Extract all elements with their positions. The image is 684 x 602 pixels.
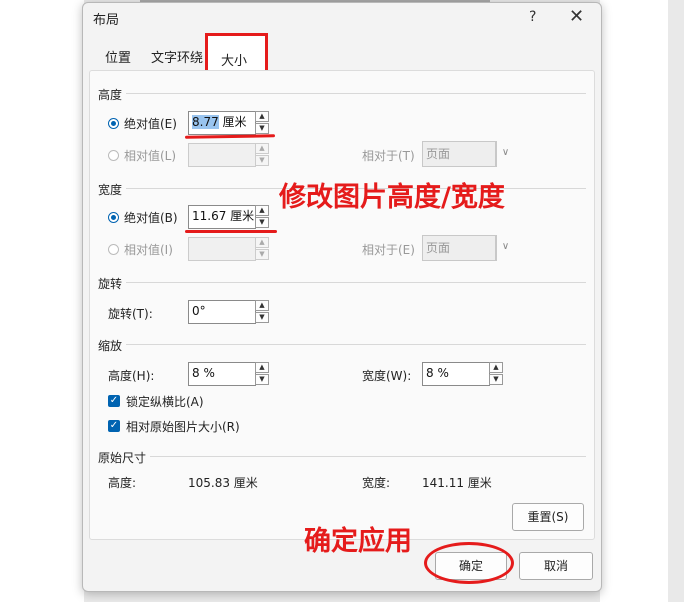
width-relative-to-select[interactable]: 页面 [422, 235, 496, 261]
tab-panel-size: 高度 绝对值(E) 8.77 厘米 ▲ ▼ 相对值(L) ▲ ▼ 相对于(T) … [89, 70, 595, 540]
relative-original-size-checkbox[interactable]: ✓ [108, 420, 120, 432]
height-absolute-unit: 厘米 [222, 115, 247, 129]
chevron-down-icon[interactable]: ▼ [255, 155, 269, 166]
height-relative-radio[interactable] [108, 150, 119, 161]
chevron-down-icon[interactable]: ▼ [255, 123, 269, 134]
width-relative-stepper[interactable]: ▲ ▼ [255, 237, 269, 261]
chevron-up-icon[interactable]: ▲ [255, 205, 269, 216]
height-relative-label: 相对值(L) [124, 149, 177, 163]
document-page-left [0, 0, 84, 602]
width-relative-radio[interactable] [108, 244, 119, 255]
scale-height-label: 高度(H): [108, 369, 155, 383]
relative-original-size-label: 相对原始图片大小(R) [126, 420, 240, 434]
rotate-section-title: 旋转 [98, 277, 123, 291]
original-height-value: 105.83 厘米 [188, 476, 258, 490]
chevron-up-icon[interactable]: ▲ [255, 237, 269, 248]
height-relative-to-label: 相对于(T) [362, 149, 415, 163]
chevron-down-icon[interactable]: ▼ [255, 312, 269, 323]
height-section-title: 高度 [98, 88, 123, 102]
rotate-label: 旋转(T): [108, 307, 153, 321]
height-relative-stepper[interactable]: ▲ ▼ [255, 143, 269, 167]
divider [126, 93, 586, 94]
chevron-up-icon[interactable]: ▲ [255, 362, 269, 373]
rotate-stepper[interactable]: ▲ ▼ [255, 300, 269, 324]
dialog-title: 布局 [93, 13, 120, 28]
chevron-down-icon[interactable]: ▼ [255, 374, 269, 385]
height-absolute-input[interactable]: 8.77 厘米 [188, 111, 256, 135]
chevron-up-icon[interactable]: ▲ [489, 362, 503, 373]
scale-section-title: 缩放 [98, 339, 123, 353]
rotate-input[interactable]: 0° [188, 300, 256, 324]
scale-height-input[interactable]: 8 % [188, 362, 256, 386]
scale-width-label: 宽度(W): [362, 369, 412, 383]
chevron-up-icon[interactable]: ▲ [255, 111, 269, 122]
chevron-down-icon[interactable]: ▼ [489, 374, 503, 385]
lock-aspect-ratio-label: 锁定纵横比(A) [126, 395, 204, 409]
help-button[interactable]: ? [529, 9, 536, 25]
original-size-section-title: 原始尺寸 [98, 451, 147, 465]
original-width-label: 宽度: [362, 476, 391, 490]
scale-height-stepper[interactable]: ▲ ▼ [255, 362, 269, 386]
annotation-underline [185, 230, 277, 233]
width-section-title: 宽度 [98, 183, 123, 197]
width-relative-to-label: 相对于(E) [362, 243, 415, 257]
height-absolute-radio[interactable] [108, 118, 119, 129]
document-page-right [600, 0, 668, 602]
tab-size[interactable]: 大小 [221, 50, 247, 69]
scale-width-stepper[interactable]: ▲ ▼ [489, 362, 503, 386]
tab-position[interactable]: 位置 [105, 47, 131, 66]
divider [126, 282, 586, 283]
width-absolute-stepper[interactable]: ▲ ▼ [255, 205, 269, 229]
height-relative-input[interactable] [188, 143, 256, 167]
divider [150, 456, 586, 457]
reset-button[interactable]: 重置(S) [512, 503, 584, 531]
height-absolute-stepper[interactable]: ▲ ▼ [255, 111, 269, 135]
chevron-down-icon[interactable]: ▼ [255, 217, 269, 228]
chevron-up-icon[interactable]: ▲ [255, 143, 269, 154]
close-icon[interactable]: ✕ [569, 6, 584, 27]
annotation-modify-text: 修改图片高度/宽度 [279, 182, 505, 213]
annotation-apply-text: 确定应用 [304, 526, 412, 557]
height-relative-to-select[interactable]: 页面 [422, 141, 496, 167]
height-absolute-value: 8.77 [192, 115, 219, 129]
width-relative-input[interactable] [188, 237, 256, 261]
tab-text-wrapping[interactable]: 文字环绕 [151, 47, 203, 66]
width-relative-label: 相对值(I) [124, 243, 173, 257]
chevron-down-icon[interactable]: ∨ [496, 141, 514, 167]
width-absolute-label: 绝对值(B) [124, 211, 178, 225]
cancel-button[interactable]: 取消 [519, 552, 593, 580]
lock-aspect-ratio-checkbox[interactable]: ✓ [108, 395, 120, 407]
chevron-down-icon[interactable]: ▼ [255, 249, 269, 260]
divider [126, 344, 586, 345]
chevron-up-icon[interactable]: ▲ [255, 300, 269, 311]
layout-dialog: 布局 ? ✕ 位置 文字环绕 大小 高度 绝对值(E) 8.77 厘米 ▲ ▼ … [82, 2, 602, 592]
annotation-ok-circle [424, 542, 514, 584]
width-absolute-radio[interactable] [108, 212, 119, 223]
original-height-label: 高度: [108, 476, 137, 490]
width-absolute-input[interactable]: 11.67 厘米 [188, 205, 256, 229]
annotation-underline [184, 134, 276, 139]
chevron-down-icon[interactable]: ∨ [496, 235, 514, 261]
scale-width-input[interactable]: 8 % [422, 362, 490, 386]
original-width-value: 141.11 厘米 [422, 476, 492, 490]
height-absolute-label: 绝对值(E) [124, 117, 177, 131]
